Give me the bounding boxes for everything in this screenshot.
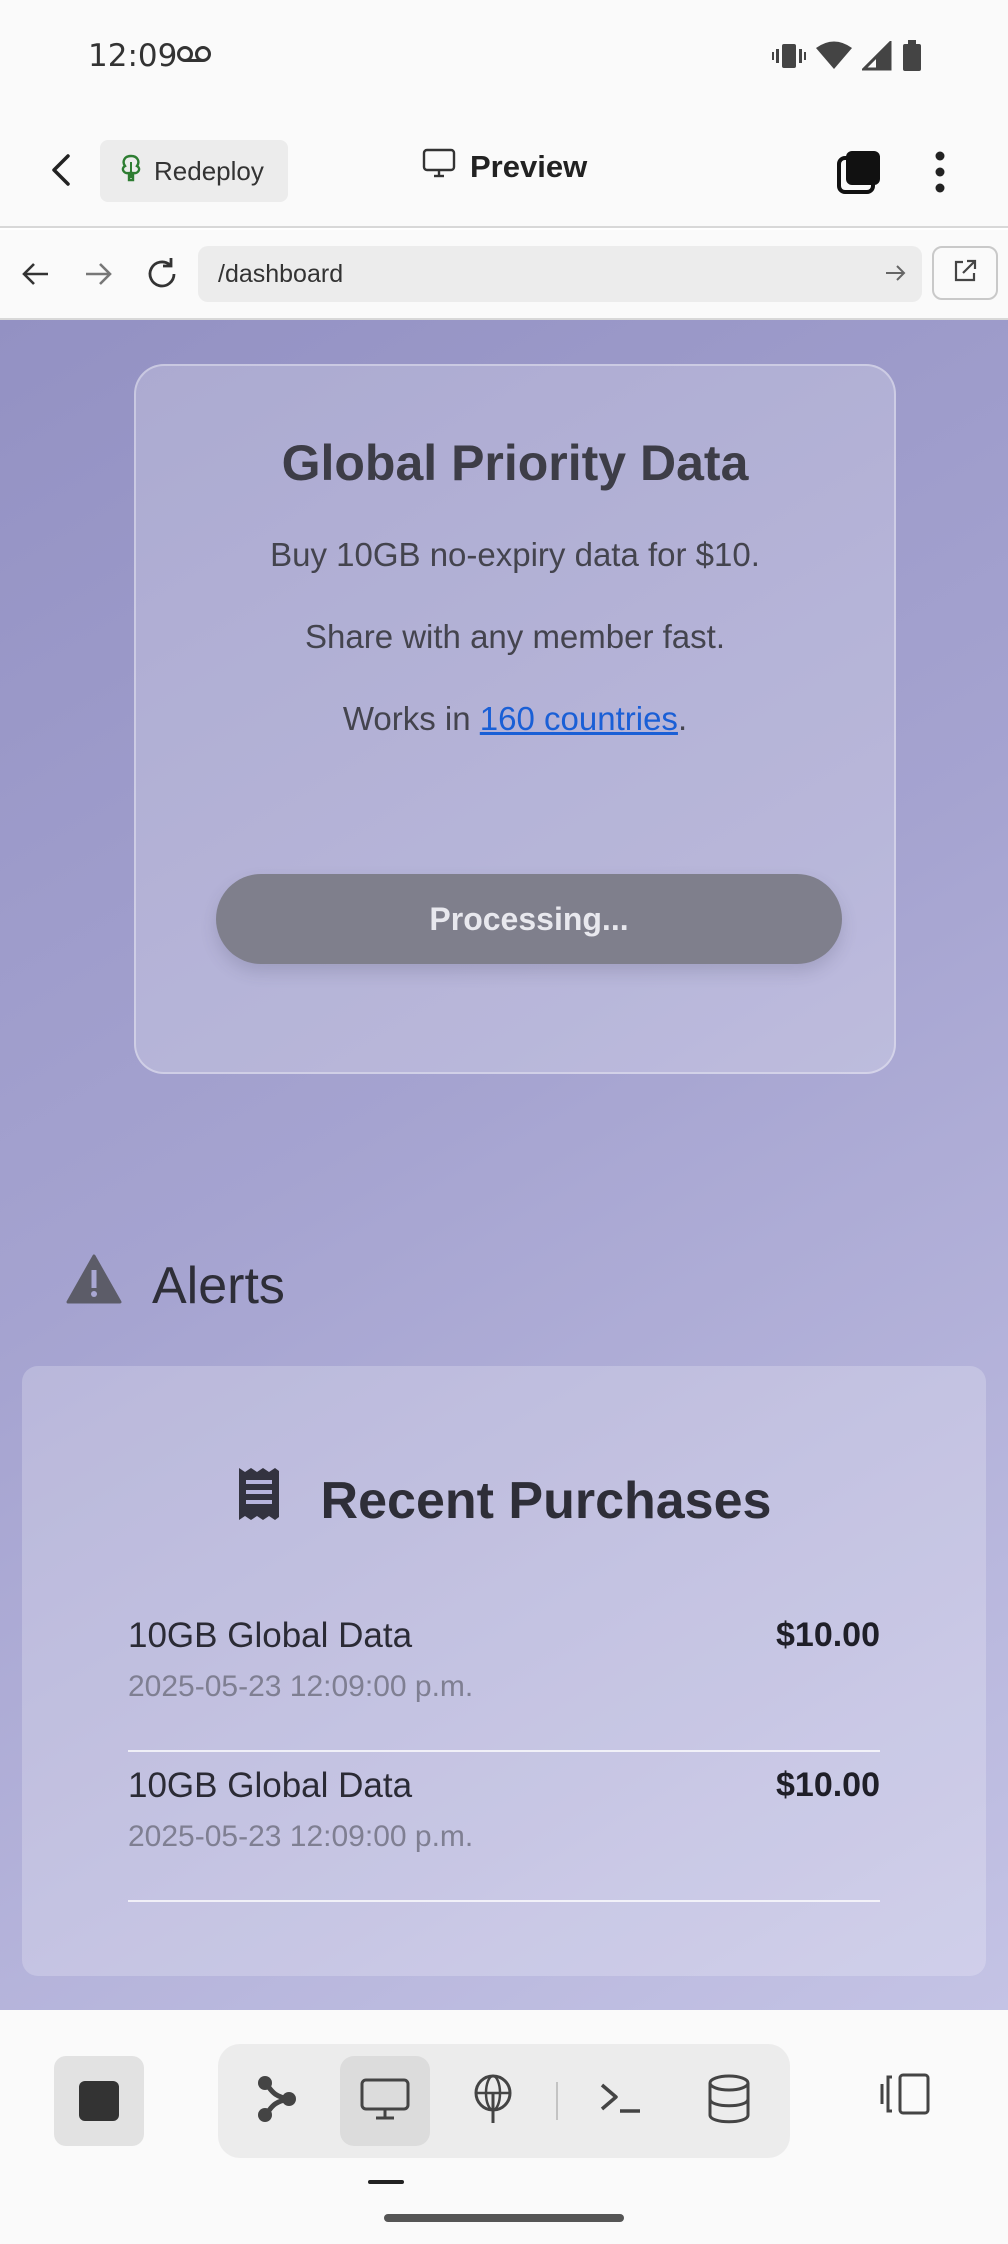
purchase-price: $10.00 — [776, 1616, 880, 1654]
purchase-name: 10GB Global Data — [128, 1766, 413, 1805]
browser-bar: /dashboard — [0, 230, 1008, 320]
globe-tower-icon — [471, 2073, 515, 2130]
purchase-price: $10.00 — [776, 1766, 880, 1804]
go-arrow-icon[interactable] — [882, 260, 908, 293]
cell-signal-icon — [860, 39, 892, 76]
recent-purchases-label: Recent Purchases — [320, 1471, 772, 1530]
promo-line-price: Buy 10GB no-expiry data for $10. — [270, 536, 760, 573]
battery-icon — [902, 40, 922, 77]
app-header: Redeploy Preview — [0, 112, 1008, 228]
warning-icon — [66, 1254, 122, 1317]
preview-title: Preview — [422, 148, 587, 186]
purchase-row: 10GB Global Data 2025-05-23 12:09:00 p.m… — [128, 1752, 880, 1902]
browser-forward-icon[interactable] — [80, 256, 116, 292]
database-tool-button[interactable] — [684, 2056, 774, 2146]
url-bar[interactable]: /dashboard — [198, 246, 922, 302]
purchase-name: 10GB Global Data — [128, 1616, 413, 1655]
stop-button[interactable] — [54, 2056, 144, 2146]
panel-toggle-button[interactable] — [876, 2066, 936, 2126]
receipt-icon — [237, 1466, 281, 1535]
status-bar: 12:09 — [0, 0, 1008, 112]
reload-icon[interactable] — [144, 256, 180, 292]
browser-back-icon[interactable] — [18, 256, 54, 292]
purchase-date: 2025-05-23 12:09:00 p.m. — [128, 1670, 474, 1703]
web-content: Global Priority Data Buy 10GB no-expiry … — [0, 320, 1008, 2010]
status-time: 12:09 — [88, 38, 178, 74]
monitor-icon — [360, 2077, 410, 2126]
database-icon — [707, 2074, 751, 2129]
terminal-icon — [598, 2079, 644, 2124]
purchase-date: 2025-05-23 12:09:00 p.m. — [128, 1820, 474, 1853]
promo-line-share: Share with any member fast. — [304, 618, 725, 655]
home-indicator[interactable] — [384, 2214, 624, 2222]
promo-title: Global Priority Data — [281, 435, 749, 491]
purchase-row: 10GB Global Data 2025-05-23 12:09:00 p.m… — [128, 1602, 880, 1752]
side-panel-icon — [880, 2072, 932, 2121]
wifi-icon — [816, 41, 852, 76]
monitor-icon — [422, 148, 456, 186]
recent-purchases-card: Recent Purchases 10GB Global Data 2025-0… — [22, 1366, 986, 1976]
countries-link[interactable]: 160 countries — [480, 700, 678, 737]
workflow-icon — [255, 2074, 299, 2129]
voicemail-icon — [176, 44, 212, 69]
bottom-toolbar — [0, 2010, 1008, 2244]
back-button[interactable] — [42, 150, 82, 190]
preview-label: Preview — [470, 149, 588, 184]
buy-button-processing[interactable]: Processing... — [216, 874, 842, 964]
workflow-tool-button[interactable] — [232, 2056, 322, 2146]
tool-switcher — [218, 2044, 790, 2158]
redeploy-button[interactable]: Redeploy — [100, 140, 288, 202]
more-options-icon[interactable] — [926, 148, 954, 196]
url-text: /dashboard — [218, 259, 344, 288]
alerts-heading: Alerts — [66, 1254, 285, 1317]
stop-icon — [79, 2081, 119, 2121]
preview-tool-button[interactable] — [340, 2056, 430, 2146]
recent-purchases-title: Recent Purchases — [22, 1466, 986, 1535]
external-link-icon — [951, 257, 979, 290]
shell-tool-button[interactable] — [576, 2056, 666, 2146]
alerts-label: Alerts — [152, 1256, 285, 1315]
deploy-tool-button[interactable] — [448, 2056, 538, 2146]
promo-line-countries: Works in 160 countries. — [342, 700, 688, 737]
redeploy-label: Redeploy — [154, 155, 264, 186]
active-tab-indicator — [368, 2180, 404, 2184]
promo-card: Global Priority Data Buy 10GB no-expiry … — [134, 364, 896, 1074]
vibrate-icon — [772, 41, 806, 76]
open-external-button[interactable] — [932, 246, 998, 300]
tabs-icon[interactable] — [836, 148, 884, 196]
toolbar-divider — [556, 2082, 558, 2120]
tree-icon — [118, 154, 144, 189]
